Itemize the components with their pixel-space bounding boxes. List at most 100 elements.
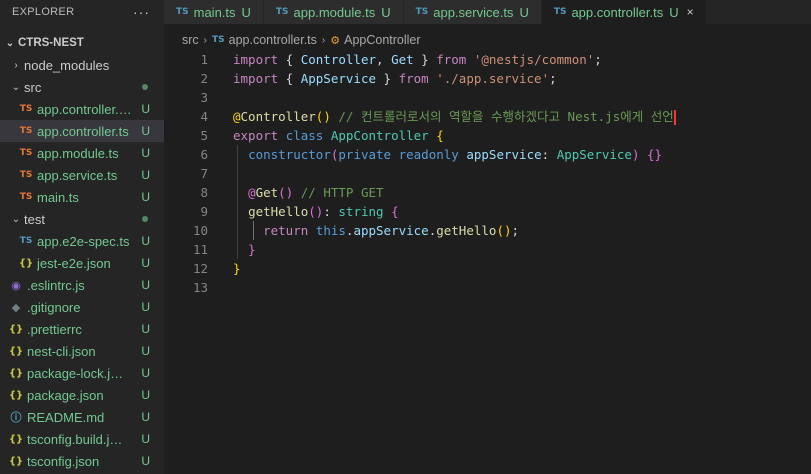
code-token: } (413, 52, 437, 67)
json-file-icon: {} (8, 345, 24, 357)
file-name: .gitignore (27, 299, 81, 315)
code-token: {} (647, 147, 663, 162)
file-name: .prettierrc (27, 321, 82, 337)
file-name: README.md (27, 409, 105, 425)
file-item[interactable]: TS app.controller.spec.ts U (0, 98, 164, 120)
untracked-badge: U (141, 366, 150, 380)
tab-main-ts[interactable]: TS main.ts U (164, 0, 264, 24)
untracked-badge: U (141, 388, 150, 402)
code-token: class (285, 128, 324, 143)
code-line: 1 import { Controller, Get } from '@nestj… (164, 50, 811, 69)
file-item[interactable]: ⓘ README.md U (0, 406, 164, 428)
file-item[interactable]: {} package-lock.json U (0, 362, 164, 384)
untracked-badge: U (141, 410, 150, 424)
file-tree: ›node_modules⌄srcTSapp.controller.spec.t… (0, 54, 164, 472)
line-number: 12 (192, 261, 208, 276)
file-name: tsconfig.build.json (27, 431, 127, 447)
file-item[interactable]: TS app.module.ts U (0, 142, 164, 164)
code-line: 7 (164, 164, 811, 183)
file-name: test (24, 211, 45, 227)
untracked-badge: U (141, 454, 150, 468)
tab-label: app.controller.ts (571, 4, 664, 20)
file-item[interactable]: TS main.ts U (0, 186, 164, 208)
line-number: 1 (200, 52, 208, 67)
untracked-badge: U (141, 300, 150, 314)
project-folder[interactable]: ⌄ CTRS-NEST (0, 32, 164, 54)
code-token: } (233, 261, 241, 276)
modified-dot-icon (142, 216, 148, 222)
code-token: private (338, 147, 392, 162)
breadcrumb-folder[interactable]: src (182, 33, 199, 47)
json-file-icon: {} (8, 433, 24, 445)
code-token: constructor (248, 147, 331, 162)
code-token: export (233, 128, 279, 143)
file-item[interactable]: {} package.json U (0, 384, 164, 406)
code-token: import (233, 71, 279, 86)
code-token: getHello (248, 204, 309, 219)
folder-item[interactable]: ⌄ test (0, 208, 164, 230)
tab-app-module-ts[interactable]: TS app.module.ts U (263, 0, 404, 24)
tab-app-service-ts[interactable]: TS app.service.ts U (403, 0, 542, 24)
file-name: app.service.ts (37, 167, 118, 183)
chevron-right-icon: › (14, 59, 18, 71)
editor-tabs: TS main.ts U TS app.module.ts U TS app.service.… (164, 0, 811, 24)
file-item[interactable]: {} tsconfig.json U (0, 450, 164, 472)
code-token: from (436, 52, 467, 67)
file-name: src (24, 79, 42, 95)
file-item[interactable]: TS app.controller.ts U (0, 120, 164, 142)
folder-item[interactable]: ⌄ src (0, 76, 164, 98)
tab-label: main.ts (193, 4, 236, 20)
untracked-badge: U (381, 4, 391, 20)
folder-item[interactable]: › node_modules (0, 54, 164, 76)
chevron-down-icon: ⌄ (11, 213, 21, 225)
line-number: 8 (200, 185, 208, 200)
file-item[interactable]: {} tsconfig.build.json U (0, 428, 164, 450)
file-item[interactable]: {} nest-cli.json U (0, 340, 164, 362)
code-line: 12} (164, 259, 811, 278)
untracked-badge: U (241, 4, 251, 20)
close-icon[interactable]: × (687, 5, 694, 19)
indent-guide (237, 221, 238, 240)
code-token: : (323, 204, 339, 219)
file-name: node_modules (24, 57, 110, 73)
line-number: 6 (200, 147, 208, 162)
code-token: } (376, 71, 399, 86)
code-token: @ (233, 109, 241, 124)
json-file-icon: {} (8, 323, 24, 335)
file-item[interactable]: {} .prettierrc U (0, 318, 164, 340)
code-line: 3 (164, 88, 811, 107)
file-item[interactable]: TS app.e2e-spec.ts U (0, 230, 164, 252)
code-line: 8 @Get() // HTTP GET (164, 183, 811, 202)
breadcrumb-file[interactable]: app.controller.ts (229, 33, 317, 47)
breadcrumb-symbol[interactable]: AppController (344, 33, 420, 47)
file-item[interactable]: ◆ .gitignore U (0, 296, 164, 318)
code-token: () (278, 185, 294, 200)
code-line: 11 } (164, 240, 811, 259)
tab-app-controller-ts[interactable]: TS app.controller.ts U × (541, 0, 707, 24)
code-token: AppService (556, 147, 632, 162)
indent-guide (237, 145, 238, 164)
more-actions-icon[interactable]: ··· (133, 4, 150, 20)
untracked-badge: U (141, 322, 150, 336)
chevron-right-icon: › (321, 34, 326, 46)
code-line: 4 @Controller() // 컨트롤러로서의 역할을 수행하겠다고 Nes… (164, 107, 811, 126)
untracked-badge: U (669, 4, 679, 20)
file-item[interactable]: {} jest-e2e.json U (0, 252, 164, 274)
line-number: 10 (192, 223, 208, 238)
indent-guide (237, 164, 238, 183)
file-item[interactable]: TS app.service.ts U (0, 164, 164, 186)
chevron-right-icon: › (203, 34, 208, 46)
file-name: app.controller.spec.ts (37, 101, 137, 117)
file-item[interactable]: ◉ .eslintrc.js U (0, 274, 164, 296)
code-token: , (376, 52, 392, 67)
code-token: Controller (240, 109, 316, 124)
chevron-down-icon: ⌄ (11, 81, 21, 93)
code-editor[interactable]: 1 import { Controller, Get } from '@nestj… (164, 50, 811, 297)
